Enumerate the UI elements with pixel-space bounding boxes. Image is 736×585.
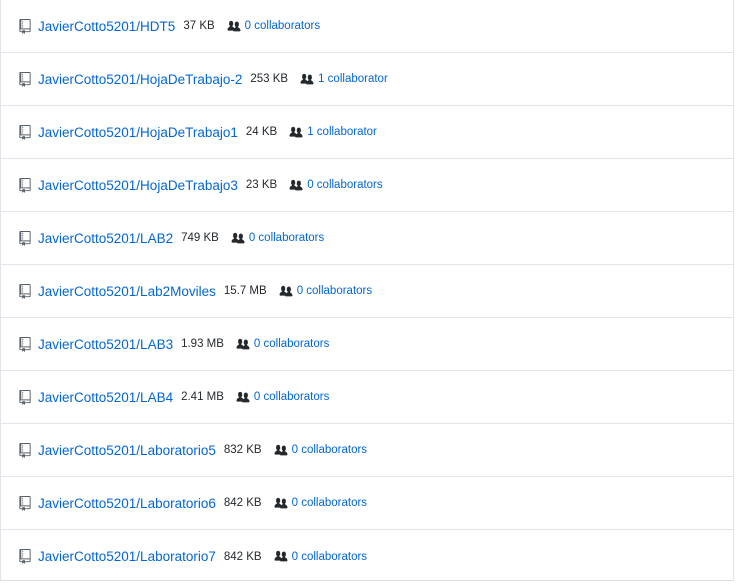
collaborators-link[interactable]: 0 collaborators (254, 391, 329, 403)
collaborators-link[interactable]: 0 collaborators (249, 232, 324, 244)
repo-row: JavierCotto5201/LAB4 2.41 MB 0 collabora… (1, 371, 733, 424)
repo-link[interactable]: JavierCotto5201/Laboratorio7 (38, 549, 216, 564)
people-icon (273, 550, 289, 563)
repo-link[interactable]: JavierCotto5201/Lab2Moviles (38, 284, 216, 299)
collaborators-link[interactable]: 1 collaborator (318, 73, 388, 85)
repo-icon (18, 442, 31, 458)
repo-icon (18, 124, 31, 140)
repo-row: JavierCotto5201/Laboratorio5 832 KB 0 co… (1, 424, 733, 477)
people-icon (230, 232, 246, 245)
repo-link[interactable]: JavierCotto5201/Laboratorio6 (38, 496, 216, 511)
repository-list: JavierCotto5201/HDT5 37 KB 0 collaborato… (0, 0, 734, 581)
repo-row: JavierCotto5201/HojaDeTrabajo3 23 KB 0 c… (1, 159, 733, 212)
repo-row: JavierCotto5201/HojaDeTrabajo1 24 KB 1 c… (1, 106, 733, 159)
collaborators-link[interactable]: 0 collaborators (254, 338, 329, 350)
repo-size: 253 KB (250, 73, 289, 85)
repo-icon (18, 71, 31, 87)
repo-size: 2.41 MB (181, 391, 224, 403)
collaborators-link[interactable]: 1 collaborator (307, 126, 377, 138)
repo-icon (18, 177, 31, 193)
collaborators-link[interactable]: 0 collaborators (307, 179, 382, 191)
repo-row: JavierCotto5201/Laboratorio6 842 KB 0 co… (1, 477, 733, 530)
repo-size: 749 KB (181, 232, 219, 244)
repo-link[interactable]: JavierCotto5201/HojaDeTrabajo-2 (38, 72, 242, 87)
collaborators-link[interactable]: 0 collaborators (292, 497, 367, 509)
repo-size: 23 KB (245, 179, 278, 191)
people-icon (288, 179, 304, 192)
repo-link[interactable]: JavierCotto5201/HojaDeTrabajo3 (38, 178, 238, 193)
repo-size: 842 KB (223, 497, 262, 509)
repo-link[interactable]: JavierCotto5201/Laboratorio5 (38, 443, 216, 458)
people-icon (235, 338, 251, 351)
repo-row: JavierCotto5201/Laboratorio7 842 KB 0 co… (1, 530, 733, 583)
repo-size: 24 KB (245, 126, 278, 138)
people-icon (235, 391, 251, 404)
repo-icon (18, 495, 31, 511)
repo-link[interactable]: JavierCotto5201/HojaDeTrabajo1 (38, 125, 238, 140)
collaborators-link[interactable]: 0 collaborators (292, 444, 367, 456)
collaborators-link[interactable]: 0 collaborators (297, 285, 372, 297)
repo-icon (18, 549, 31, 565)
repo-link[interactable]: JavierCotto5201/LAB2 (38, 231, 173, 246)
repo-size: 15.7 MB (223, 285, 267, 297)
repo-link[interactable]: JavierCotto5201/LAB3 (38, 337, 173, 352)
repo-row: JavierCotto5201/LAB3 1.93 MB 0 collabora… (1, 318, 733, 371)
people-icon (226, 20, 242, 33)
repo-size: 1.93 MB (181, 338, 224, 350)
people-icon (273, 497, 289, 510)
repo-icon (18, 230, 31, 246)
collaborators-link[interactable]: 0 collaborators (245, 20, 320, 32)
repo-icon (18, 336, 31, 352)
repo-icon (18, 18, 31, 34)
repo-row: JavierCotto5201/LAB2 749 KB 0 collaborat… (1, 212, 733, 265)
repo-link[interactable]: JavierCotto5201/HDT5 (38, 19, 175, 34)
repo-size: 832 KB (223, 444, 262, 456)
people-icon (299, 73, 315, 86)
people-icon (278, 285, 294, 298)
repo-size: 842 KB (223, 550, 262, 563)
repo-row: JavierCotto5201/Lab2Moviles 15.7 MB 0 co… (1, 265, 733, 318)
repo-icon (18, 283, 31, 299)
people-icon (273, 444, 289, 457)
repo-row: JavierCotto5201/HDT5 37 KB 0 collaborato… (1, 0, 733, 53)
repo-size: 37 KB (183, 20, 215, 32)
collaborators-link[interactable]: 0 collaborators (292, 551, 367, 563)
people-icon (288, 126, 304, 139)
repo-row: JavierCotto5201/HojaDeTrabajo-2 253 KB 1… (1, 53, 733, 106)
repo-icon (18, 389, 31, 405)
repo-link[interactable]: JavierCotto5201/LAB4 (38, 390, 173, 405)
